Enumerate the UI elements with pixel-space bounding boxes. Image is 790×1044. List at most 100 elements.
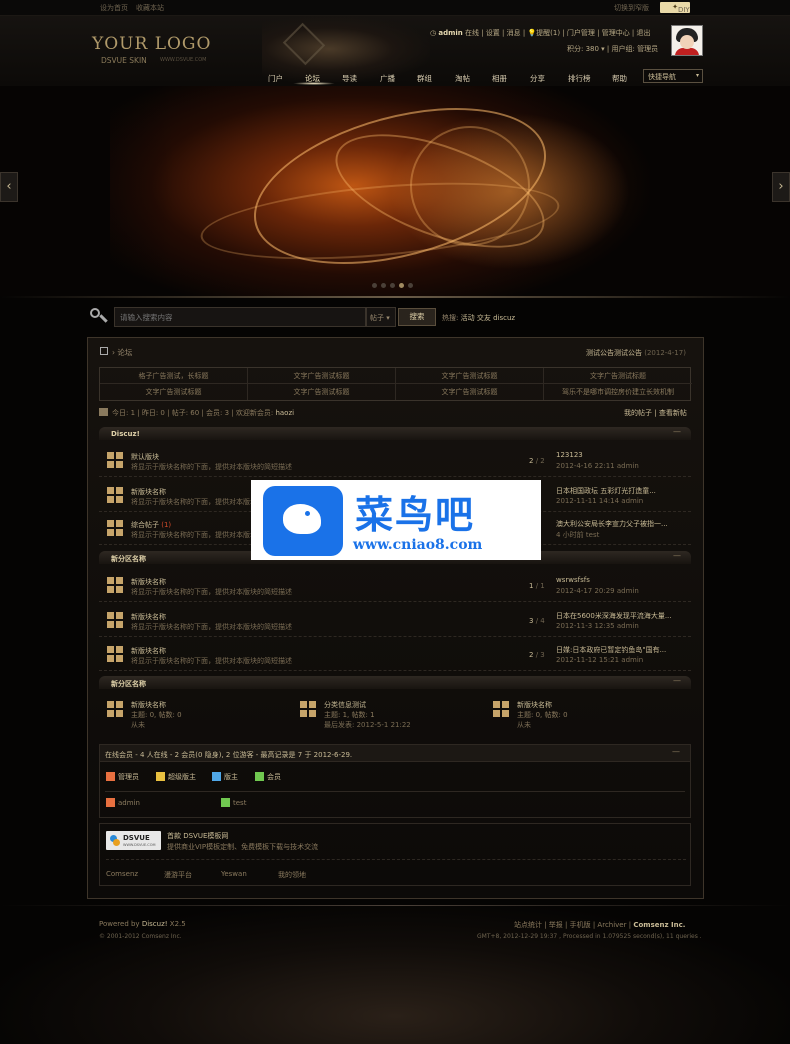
forum-name[interactable]: 新版块名称: [131, 487, 166, 497]
nav-broadcast[interactable]: 广播: [380, 73, 395, 84]
forum-name[interactable]: 默认版块: [131, 452, 159, 462]
banner-dot[interactable]: [381, 283, 386, 288]
hot-search-term[interactable]: discuz: [493, 314, 515, 322]
category-header[interactable]: 新分区名称 —: [99, 676, 691, 689]
ad-link[interactable]: 文字广告测试标题: [396, 368, 544, 384]
collapse-icon[interactable]: —: [673, 551, 681, 560]
nav-groups[interactable]: 群组: [417, 73, 432, 84]
friend-link[interactable]: 我的领地: [278, 870, 306, 880]
category-title[interactable]: 新分区名称: [111, 554, 146, 564]
forum-last: 从未: [517, 721, 531, 729]
banner-dot[interactable]: [399, 283, 404, 288]
last-post-title[interactable]: 日本在5600米深海发现平流海大量...: [556, 611, 672, 621]
search-type-select[interactable]: 帖子 ▾: [366, 307, 396, 327]
last-post-meta: 2012-11-11 14:14 admin: [556, 497, 644, 505]
admin-center-link[interactable]: 管理中心: [602, 29, 630, 37]
nav-albums[interactable]: 相册: [492, 73, 507, 84]
points-link[interactable]: 积分: 380: [567, 45, 599, 53]
collapse-icon[interactable]: —: [673, 676, 681, 685]
ad-link[interactable]: 驾乐不是哪市调控房价建立长效机制: [544, 384, 692, 400]
mod-icon: [212, 772, 221, 781]
nav-share[interactable]: 分享: [530, 73, 545, 84]
friend-link[interactable]: Yeswan: [221, 870, 247, 878]
ad-link[interactable]: 文字广告测试标题: [100, 384, 248, 400]
collapse-icon[interactable]: —: [673, 427, 681, 436]
last-post-meta: 4 小时前 test: [556, 531, 600, 539]
company-link[interactable]: Comsenz Inc.: [633, 921, 685, 929]
nav-ranking[interactable]: 排行榜: [568, 73, 591, 84]
user-group[interactable]: 用户组: 管理员: [612, 45, 659, 53]
announcement-link[interactable]: 测试公告测试公告: [586, 349, 642, 357]
category-title[interactable]: Discuz!: [111, 430, 140, 438]
diy-button[interactable]: ✦ DIY: [660, 2, 690, 14]
category-title[interactable]: 新分区名称: [111, 679, 146, 689]
forum-description: 将显示于版块名称的下面，提供对本版块的简短描述: [131, 623, 292, 631]
settings-link[interactable]: 设置: [486, 29, 500, 37]
legend-member: 会员: [255, 772, 281, 782]
ad-link[interactable]: 文字广告测试标题: [248, 384, 396, 400]
collapse-icon[interactable]: —: [672, 747, 680, 756]
last-post-title[interactable]: 日本相国政坛 五彩灯光打造童...: [556, 486, 656, 496]
online-header[interactable]: 在线会员 - 4 人在线 - 2 会员(0 隐身), 2 位游客 - 最高记录是…: [100, 745, 690, 762]
last-post-title[interactable]: 日媒:日本政府已暂定钓鱼岛"国有...: [556, 645, 666, 655]
footer-links-text[interactable]: 站点统计 | 举报 | 手机版 | Archiver |: [514, 921, 631, 929]
quick-nav-dropdown[interactable]: 快捷导航: [643, 69, 703, 83]
category-header[interactable]: Discuz! —: [99, 427, 691, 440]
forum-name[interactable]: 新版块名称: [131, 577, 166, 587]
nav-help[interactable]: 帮助: [612, 73, 627, 84]
search-input[interactable]: [114, 307, 366, 327]
username-link[interactable]: admin: [438, 29, 462, 37]
partner-logo[interactable]: DSVUE WWW.DSVUE.COM: [106, 831, 161, 850]
site-logo[interactable]: YOUR LOGO: [92, 34, 211, 54]
home-icon[interactable]: [100, 347, 108, 355]
messages-link[interactable]: 消息: [507, 29, 521, 37]
online-user[interactable]: test: [221, 798, 246, 807]
partner-title[interactable]: 首款 DSVUE模板网: [167, 831, 228, 841]
search-button[interactable]: 搜索: [398, 308, 436, 326]
set-home-link[interactable]: 设为首页: [100, 3, 128, 13]
banner-slider[interactable]: [0, 86, 790, 296]
online-user[interactable]: admin: [106, 798, 140, 807]
ad-link[interactable]: 格子广告测试，长标题: [100, 368, 248, 384]
nav-portal[interactable]: 门户: [268, 73, 283, 84]
breadcrumb-forum[interactable]: 论坛: [117, 348, 132, 357]
portal-admin-link[interactable]: 门户管理: [567, 29, 595, 37]
banner-next-button[interactable]: ›: [772, 172, 790, 202]
new-posts-link[interactable]: 查看新帖: [659, 409, 687, 417]
banner-prev-button[interactable]: ‹: [0, 172, 18, 202]
logout-link[interactable]: 退出: [637, 29, 651, 37]
forum-counts: 3 / 4: [529, 617, 545, 625]
forum-name[interactable]: 新版块名称: [131, 646, 166, 656]
forum-name[interactable]: 综合帖子 (1): [131, 520, 171, 530]
nav-collections[interactable]: 淘帖: [455, 73, 470, 84]
banner-dot[interactable]: [372, 283, 377, 288]
nav-guide[interactable]: 导读: [342, 73, 357, 84]
discuz-link[interactable]: Discuz!: [142, 920, 168, 928]
forum-name[interactable]: 分类信息测试: [324, 700, 366, 710]
banner-dot[interactable]: [408, 283, 413, 288]
last-post-title[interactable]: 123123: [556, 451, 583, 459]
last-post-title[interactable]: wsrwsfsfs: [556, 576, 590, 584]
new-member-link[interactable]: haozi: [275, 409, 294, 417]
bookmark-link[interactable]: 收藏本站: [136, 3, 164, 13]
ad-link[interactable]: 文字广告测试标题: [396, 384, 544, 400]
hot-search-term[interactable]: 交友: [477, 314, 491, 322]
friend-link[interactable]: Comsenz: [106, 870, 138, 878]
footer-links: 站点统计 | 举报 | 手机版 | Archiver | Comsenz Inc…: [514, 920, 685, 930]
forum-name[interactable]: 新版块名称: [131, 700, 166, 710]
my-posts-link[interactable]: 我的帖子: [624, 409, 652, 417]
forum-name[interactable]: 新版块名称: [131, 612, 166, 622]
ad-link[interactable]: 文字广告测试标题: [544, 368, 692, 384]
last-post-title[interactable]: 澳大利公安局长李宣力父子被指一...: [556, 519, 668, 529]
banner-dot[interactable]: [390, 283, 395, 288]
forum-name[interactable]: 新版块名称: [517, 700, 552, 710]
notifications-link[interactable]: 提醒(1): [536, 29, 560, 37]
ad-link[interactable]: 文字广告测试标题: [248, 368, 396, 384]
forum-counts: 2 / 3: [529, 651, 545, 659]
logo-url: WWW.DSVUE.COM: [160, 57, 207, 63]
clock-icon: ◷: [430, 29, 437, 37]
switch-style-link[interactable]: 切换到窄版: [614, 3, 649, 13]
avatar[interactable]: [671, 25, 703, 56]
hot-search-term[interactable]: 活动: [461, 314, 475, 322]
friend-link[interactable]: 漫游平台: [164, 870, 192, 880]
